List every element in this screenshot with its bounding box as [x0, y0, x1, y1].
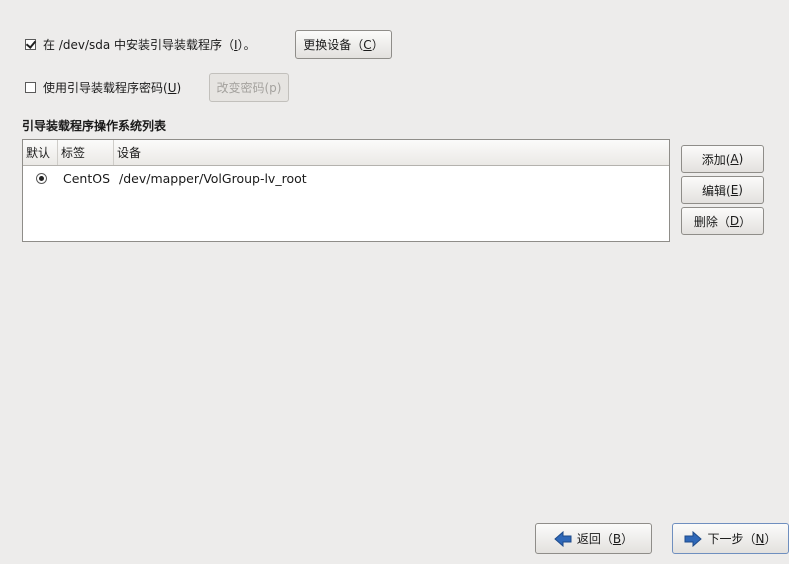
- os-list-title: 引导装载程序操作系统列表: [22, 119, 167, 133]
- next-button[interactable]: 下一步（ N）: [672, 523, 789, 554]
- column-header-default[interactable]: 默认: [23, 140, 58, 165]
- install-bootloader-row[interactable]: 在 /dev/sda 中安装引导装载程序（I）。: [25, 35, 256, 53]
- change-password-button[interactable]: 改变密码(p): [209, 73, 289, 102]
- os-list-header: 默认 标签 设备: [23, 140, 669, 166]
- column-header-device[interactable]: 设备: [114, 140, 669, 165]
- default-radio[interactable]: [36, 172, 47, 184]
- delete-button[interactable]: 删除（ D）: [681, 207, 764, 235]
- arrow-right-icon: [684, 530, 703, 547]
- install-bootloader-checkbox[interactable]: [25, 38, 36, 50]
- bootloader-password-label: 使用引导装载程序密码(U): [43, 80, 182, 95]
- add-button[interactable]: 添加(A): [681, 145, 764, 173]
- table-row[interactable]: CentOS /dev/mapper/VolGroup-lv_root: [23, 166, 669, 190]
- edit-button[interactable]: 编辑(E): [681, 176, 764, 204]
- row-label: CentOS: [63, 170, 111, 186]
- os-list-table[interactable]: 默认 标签 设备 CentOS /dev/mapper/VolGroup-lv_…: [22, 139, 670, 242]
- bootloader-password-row[interactable]: 使用引导装载程序密码(U): [25, 78, 181, 96]
- bootloader-password-checkbox[interactable]: [25, 81, 36, 93]
- change-device-button[interactable]: 更换设备（ C）: [295, 30, 392, 59]
- arrow-left-icon: [554, 530, 572, 547]
- column-header-label[interactable]: 标签: [58, 140, 114, 165]
- install-bootloader-label: 在 /dev/sda 中安装引导装载程序（I）。: [43, 37, 256, 52]
- row-device: /dev/mapper/VolGroup-lv_root: [119, 170, 307, 186]
- back-button[interactable]: 返回（ B）: [535, 523, 652, 554]
